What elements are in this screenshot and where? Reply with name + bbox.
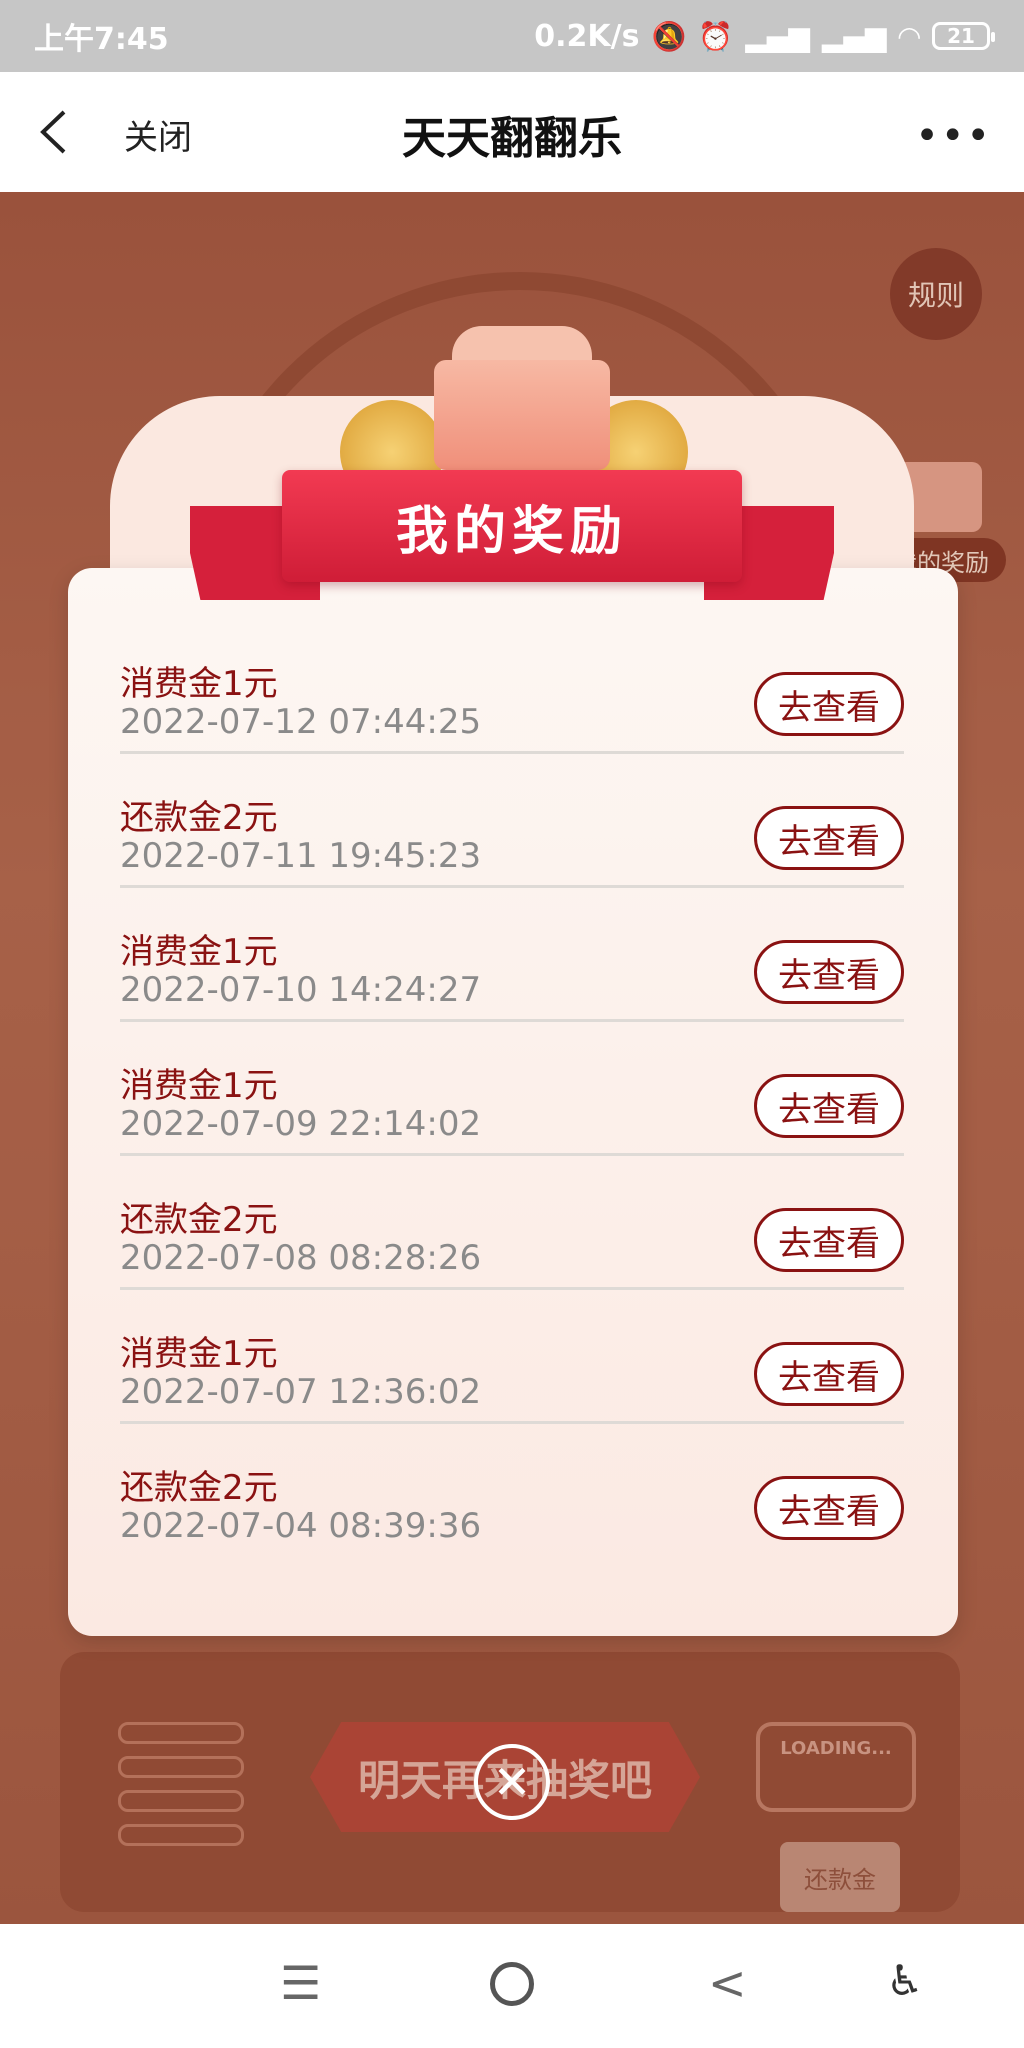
modal-title-ribbon: 我的奖励: [282, 470, 742, 582]
signal-icon: ▂▄▆: [745, 19, 810, 53]
page-title: 天天翻翻乐: [402, 113, 622, 164]
menu-icon[interactable]: ☰: [280, 1960, 321, 2006]
network-speed: 0.2K/s: [534, 18, 640, 54]
reward-name: 消费金1元: [120, 1334, 278, 1374]
list-item: 还款金2元 2022-07-04 08:39:36 去查看: [120, 1424, 904, 1558]
home-icon[interactable]: [490, 1962, 534, 2006]
view-button[interactable]: 去查看: [754, 1074, 904, 1138]
status-time: 上午7:45: [34, 22, 169, 57]
reward-time: 2022-07-04 08:39:36: [120, 1506, 482, 1546]
mute-bell-icon: 🔕: [651, 19, 687, 53]
view-button[interactable]: 去查看: [754, 806, 904, 870]
more-dots-icon[interactable]: •••: [915, 116, 992, 156]
reward-time: 2022-07-11 19:45:23: [120, 836, 482, 876]
reward-name: 还款金2元: [120, 1468, 278, 1508]
view-button[interactable]: 去查看: [754, 1476, 904, 1540]
battery-icon: 21: [932, 22, 995, 50]
signal-2-icon: ▂▄▆: [821, 19, 887, 53]
reward-time: 2022-07-07 12:36:02: [120, 1372, 482, 1412]
system-nav-bar: ☰ < ♿: [0, 1924, 1024, 2048]
status-bar: 上午7:45 0.2K/s 🔕 ⏰ ▂▄▆ ▂▄▆ ◠ 21: [0, 0, 1024, 72]
reward-name: 还款金2元: [120, 1200, 278, 1240]
reward-time: 2022-07-08 08:28:26: [120, 1238, 482, 1278]
wifi-icon: ◠: [898, 19, 920, 53]
view-button[interactable]: 去查看: [754, 1342, 904, 1406]
reward-name: 消费金1元: [120, 664, 278, 704]
view-button[interactable]: 去查看: [754, 672, 904, 736]
alarm-icon: ⏰: [698, 19, 734, 53]
list-item: 还款金2元 2022-07-08 08:28:26 去查看: [120, 1156, 904, 1290]
reward-time: 2022-07-12 07:44:25: [120, 702, 482, 742]
list-item: 消费金1元 2022-07-10 14:24:27 去查看: [120, 888, 904, 1022]
list-item: 消费金1元 2022-07-09 22:14:02 去查看: [120, 1022, 904, 1156]
gift-box-icon: [434, 360, 610, 470]
list-item: 消费金1元 2022-07-12 07:44:25 去查看: [120, 620, 904, 754]
modal-title: 我的奖励: [395, 501, 628, 562]
reward-time: 2022-07-10 14:24:27: [120, 970, 482, 1010]
accessibility-icon[interactable]: ♿: [886, 1960, 924, 2002]
list-item: 还款金2元 2022-07-11 19:45:23 去查看: [120, 754, 904, 888]
list-item: 消费金1元 2022-07-07 12:36:02 去查看: [120, 1290, 904, 1424]
view-button[interactable]: 去查看: [754, 940, 904, 1004]
reward-name: 还款金2元: [120, 798, 278, 838]
reward-name: 消费金1元: [120, 1066, 278, 1106]
nav-bar: 关闭 天天翻翻乐 •••: [0, 72, 1024, 192]
close-icon[interactable]: ✕: [474, 1744, 550, 1820]
back-triangle-icon[interactable]: <: [708, 1960, 747, 2006]
reward-time: 2022-07-09 22:14:02: [120, 1104, 482, 1144]
reward-name: 消费金1元: [120, 932, 278, 972]
view-button[interactable]: 去查看: [754, 1208, 904, 1272]
reward-list: 消费金1元 2022-07-12 07:44:25 去查看 还款金2元 2022…: [120, 620, 904, 1558]
status-right: 0.2K/s 🔕 ⏰ ▂▄▆ ▂▄▆ ◠ 21: [534, 18, 995, 54]
